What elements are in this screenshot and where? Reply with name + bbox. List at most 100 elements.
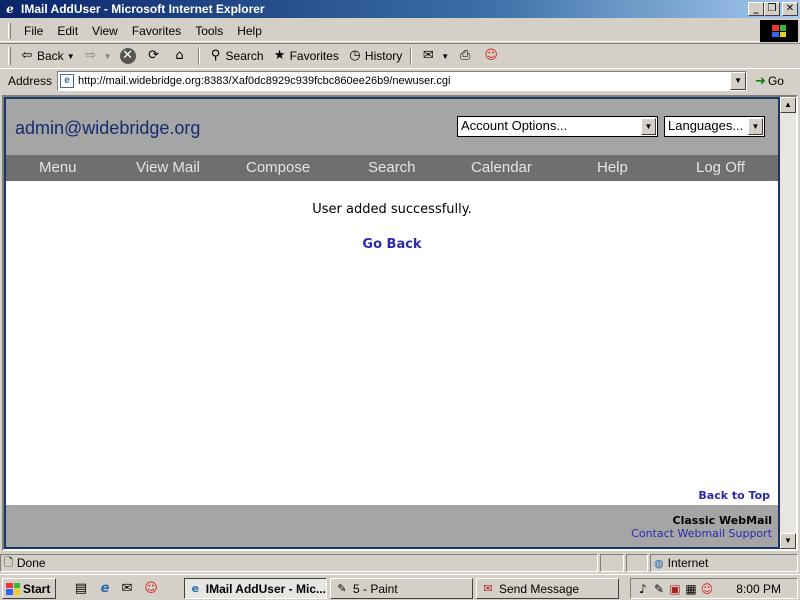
app-tray-icon[interactable]: ▣ bbox=[667, 582, 683, 596]
home-icon: ⌂ bbox=[175, 48, 184, 63]
stop-icon: ✕ bbox=[119, 48, 136, 64]
webmail-page: admin@widebridge.org Account Options... … bbox=[4, 97, 780, 549]
volume-icon[interactable]: ♪ bbox=[635, 582, 651, 596]
page-done-icon: 🗋 bbox=[4, 555, 13, 569]
standard-toolbar: ⇦ Back ▼ ⇨ ▼ ✕ ⟳ ⌂ ⚲ Search ★ Favorites … bbox=[0, 43, 800, 69]
status-bar: 🗋 Done ◍ Internet bbox=[0, 553, 800, 573]
toolbar-grip[interactable] bbox=[8, 47, 11, 65]
paint-task-icon: ✎ bbox=[337, 581, 347, 595]
menu-favorites[interactable]: Favorites bbox=[125, 24, 188, 38]
languages-select[interactable]: Languages... ▼ bbox=[664, 116, 765, 137]
maximize-button[interactable]: ❐ bbox=[764, 2, 780, 16]
ie-quicklaunch-icon[interactable]: e bbox=[96, 580, 114, 598]
task-label: Send Message bbox=[499, 581, 580, 596]
forward-button[interactable]: ⇨ ▼ bbox=[79, 45, 116, 67]
menu-tools[interactable]: Tools bbox=[188, 24, 230, 38]
messenger-tray-icon[interactable]: ☺ bbox=[699, 582, 715, 596]
windows-throbber bbox=[760, 20, 798, 42]
minimize-button[interactable]: _ bbox=[748, 2, 764, 16]
favorites-button[interactable]: ★ Favorites bbox=[268, 45, 343, 67]
menu-bar: File Edit View Favorites Tools Help bbox=[0, 20, 800, 42]
globe-icon: ◍ bbox=[654, 556, 664, 570]
forward-arrow-icon: ⇨ bbox=[85, 48, 97, 63]
chevron-down-icon[interactable]: ▼ bbox=[641, 118, 656, 135]
home-button[interactable]: ⌂ bbox=[168, 45, 194, 67]
close-button[interactable]: ✕ bbox=[782, 2, 798, 16]
address-label: Address bbox=[8, 74, 53, 88]
security-zone: Internet bbox=[667, 556, 709, 570]
messenger-button[interactable]: ☺ bbox=[479, 45, 505, 67]
status-text: Done bbox=[16, 556, 46, 570]
chevron-down-icon[interactable]: ▼ bbox=[67, 52, 75, 61]
webmail-content: admin@widebridge.org Account Options... … bbox=[6, 99, 778, 547]
back-button[interactable]: ⇦ Back ▼ bbox=[15, 45, 79, 67]
ie-logo-icon: e bbox=[6, 2, 14, 16]
nav-menu[interactable]: Menu bbox=[39, 159, 77, 176]
back-arrow-icon: ⇦ bbox=[21, 48, 33, 63]
window-titlebar[interactable]: e IMail AddUser - Microsoft Internet Exp… bbox=[0, 0, 800, 18]
pen-tray-icon[interactable]: ✎ bbox=[651, 582, 667, 596]
print-icon: ⎙ bbox=[459, 48, 471, 63]
toolbar-separator bbox=[410, 47, 413, 65]
status-text-field: 🗋 Done bbox=[0, 554, 598, 572]
task-send-message[interactable]: ✉ Send Message bbox=[476, 578, 619, 599]
refresh-button[interactable]: ⟳ bbox=[142, 45, 168, 67]
languages-value: Languages... bbox=[668, 118, 744, 133]
go-label: Go bbox=[767, 74, 784, 88]
nav-view-mail[interactable]: View Mail bbox=[136, 159, 200, 176]
history-button[interactable]: ◷ History bbox=[343, 45, 406, 67]
task-label: IMail AddUser - Mic... bbox=[205, 581, 326, 596]
back-to-top-link[interactable]: Back to Top bbox=[698, 489, 770, 502]
search-icon: ⚲ bbox=[210, 48, 221, 63]
go-back-link[interactable]: Go Back bbox=[6, 237, 778, 252]
chevron-down-icon[interactable]: ▼ bbox=[441, 52, 449, 61]
go-arrow-icon: ➜ bbox=[755, 73, 766, 89]
window-title: IMail AddUser - Microsoft Internet Explo… bbox=[21, 2, 265, 16]
chevron-down-icon[interactable]: ▼ bbox=[748, 118, 763, 135]
mail-button[interactable]: ✉ ▼ bbox=[416, 45, 453, 67]
vertical-scrollbar[interactable]: ▲ ▼ bbox=[780, 97, 796, 549]
nav-log-off[interactable]: Log Off bbox=[696, 159, 745, 176]
stop-button[interactable]: ✕ bbox=[116, 45, 142, 67]
chevron-down-icon[interactable]: ▼ bbox=[104, 52, 112, 61]
nav-compose[interactable]: Compose bbox=[246, 159, 310, 176]
go-button[interactable]: ➜ Go bbox=[755, 74, 784, 89]
mail-icon: ✉ bbox=[422, 48, 434, 63]
nav-search[interactable]: Search bbox=[368, 159, 416, 176]
toolbar-separator bbox=[197, 47, 200, 65]
send-message-task-icon: ✉ bbox=[483, 581, 493, 595]
favorites-icon: ★ bbox=[273, 48, 286, 63]
network-tray-icon[interactable]: ▦ bbox=[683, 582, 699, 596]
menu-help[interactable]: Help bbox=[230, 24, 269, 38]
messenger-quicklaunch-icon[interactable]: ☺ bbox=[142, 580, 160, 598]
menubar-grip[interactable] bbox=[8, 22, 11, 39]
search-button[interactable]: ⚲ Search bbox=[204, 45, 268, 67]
page-icon: e bbox=[60, 74, 75, 88]
task-imail-adduser[interactable]: e IMail AddUser - Mic... bbox=[184, 578, 327, 599]
menu-file[interactable]: File bbox=[17, 24, 50, 38]
nav-help[interactable]: Help bbox=[597, 159, 628, 176]
account-options-select[interactable]: Account Options... ▼ bbox=[457, 116, 658, 137]
task-paint[interactable]: ✎ 5 - Paint bbox=[330, 578, 473, 599]
status-pane bbox=[626, 554, 648, 572]
address-url[interactable]: http://mail.widebridge.org:8383/Xaf0dc89… bbox=[78, 75, 450, 87]
footer-brand: Classic WebMail bbox=[672, 514, 772, 527]
print-button[interactable]: ⎙ bbox=[453, 45, 479, 67]
browser-viewport: admin@widebridge.org Account Options... … bbox=[2, 95, 798, 551]
windows-flag-icon bbox=[772, 25, 786, 37]
scroll-down-button[interactable]: ▼ bbox=[780, 533, 796, 549]
start-button[interactable]: Start bbox=[2, 578, 56, 599]
window-controls: _ ❐ ✕ bbox=[748, 2, 798, 16]
webmail-footer: Classic WebMail Contact Webmail Support bbox=[6, 505, 778, 547]
menu-edit[interactable]: Edit bbox=[50, 24, 85, 38]
status-message: User added successfully. bbox=[312, 202, 472, 217]
nav-calendar[interactable]: Calendar bbox=[471, 159, 532, 176]
chevron-down-icon[interactable]: ▼ bbox=[730, 72, 747, 90]
menu-view[interactable]: View bbox=[85, 24, 125, 38]
contact-support-link[interactable]: Contact Webmail Support bbox=[631, 527, 772, 540]
address-input[interactable]: e http://mail.widebridge.org:8383/Xaf0dc… bbox=[57, 71, 748, 91]
clock: 8:00 PM bbox=[736, 581, 781, 596]
scroll-up-button[interactable]: ▲ bbox=[780, 97, 796, 113]
outlook-quicklaunch-icon[interactable]: ✉ bbox=[118, 580, 136, 598]
show-desktop-icon[interactable]: ▤ bbox=[72, 580, 90, 598]
